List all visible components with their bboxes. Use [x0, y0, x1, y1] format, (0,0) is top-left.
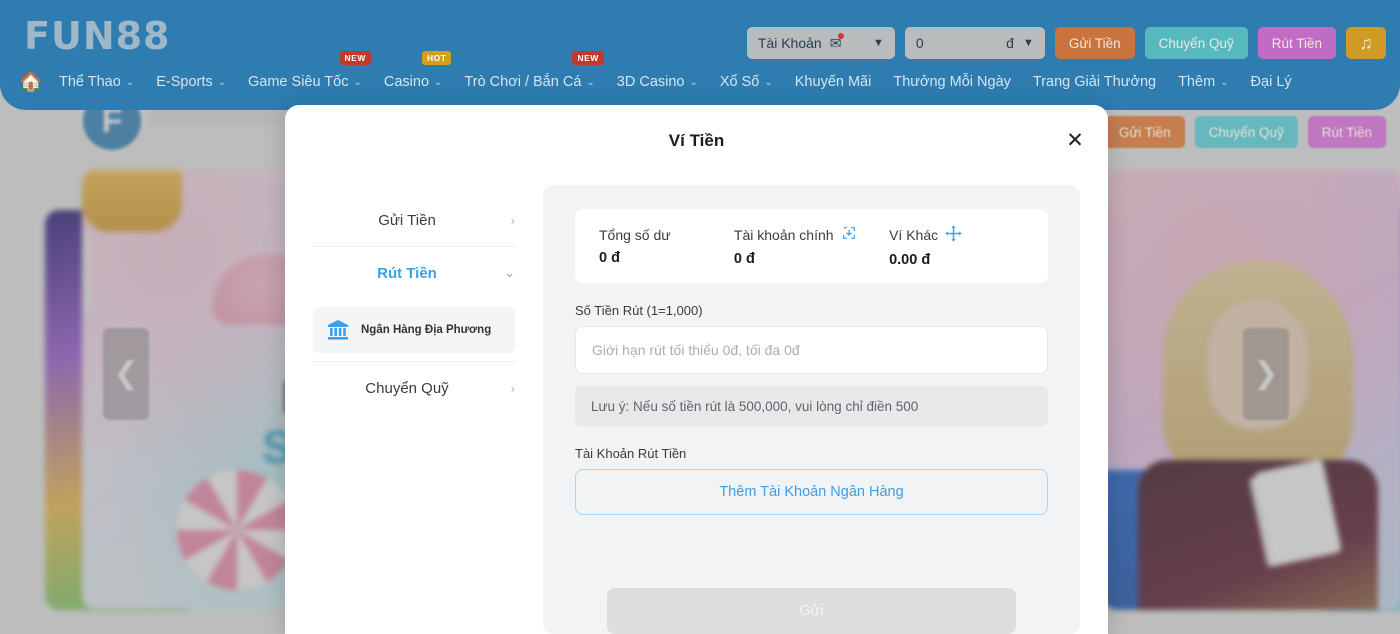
headset-icon: ♫: [1359, 32, 1373, 53]
chevron-down-icon: ⌄: [125, 76, 135, 88]
sidebar-item-transfer[interactable]: Chuyển Quỹ ›: [313, 362, 515, 414]
balance-dropdown[interactable]: 0 đ ▼: [904, 27, 1045, 59]
nav-item-khuyen-mai[interactable]: Khuyến Mãi: [784, 74, 883, 90]
nav-item-xo-so[interactable]: Xổ Số ⌄: [709, 74, 784, 90]
chevron-down-icon: ⌄: [1220, 76, 1229, 88]
withdraw-note: Lưu ý: Nếu số tiền rút là 500,000, vui l…: [575, 386, 1048, 426]
nav-item-dai-ly[interactable]: Đại Lý: [1240, 74, 1303, 90]
deposit-button[interactable]: Gửi Tiền: [1054, 27, 1135, 59]
nav-label: Thêm: [1178, 74, 1216, 90]
chevron-down-icon: ⌄: [353, 76, 362, 88]
bank-icon: [325, 317, 351, 343]
chevron-right-icon: ›: [510, 380, 515, 396]
nav-label: 3D Casino: [616, 74, 685, 90]
wallet-panel: Tổng số dư 0 đ Tài khoản chính 0 đ Ví Kh…: [543, 173, 1108, 634]
chevron-down-icon: ⌄: [217, 76, 227, 88]
home-icon[interactable]: 🏠: [14, 70, 48, 94]
balance-summary-card: Tổng số dư 0 đ Tài khoản chính 0 đ Ví Kh…: [575, 209, 1048, 283]
chevron-down-icon: ▼: [872, 37, 884, 49]
account-dropdown[interactable]: Tài Khoản ✉ ▼: [746, 27, 895, 59]
submit-button[interactable]: Gửi: [607, 588, 1016, 634]
sidebar-item-deposit[interactable]: Gửi Tiền ›: [313, 195, 515, 247]
sidebar-item-label: Chuyển Quỹ: [365, 379, 449, 397]
nav-item-game-sieu-toc[interactable]: NEW Game Siêu Tốc ⌄: [237, 51, 373, 90]
wallet-panel-inner: Tổng số dư 0 đ Tài khoản chính 0 đ Ví Kh…: [543, 185, 1080, 634]
page-root: NI SĂN ❮ ❯ F Gửi Tiền Chuyển Quỹ Rút Tiề…: [0, 0, 1400, 634]
wallet-sidebar: Gửi Tiền › Rút Tiền ⌄ Ngân Hàng Địa Phươ…: [285, 173, 543, 634]
amount-label: Số Tiền Rút (1=1,000): [575, 303, 703, 318]
nav-label: Đại Lý: [1250, 74, 1292, 90]
nav-item-trang-giai-thuong[interactable]: Trang Giải Thưởng: [1022, 74, 1167, 90]
support-button[interactable]: ♫: [1346, 27, 1386, 59]
nav-label: E-Sports: [156, 74, 213, 90]
badge-hot: HOT: [421, 51, 452, 65]
site-header: FUN88 🏠 Thể Thao ⌄ E-Sports ⌄ NEW Game S…: [0, 0, 1400, 110]
nav-item-casino[interactable]: HOT Casino ⌄: [373, 51, 454, 90]
account-label: Tài Khoản: [757, 35, 822, 51]
chevron-down-icon: ⌄: [434, 76, 443, 88]
transfer-button[interactable]: Chuyển Quỹ: [1144, 27, 1248, 59]
balance-total-value: 0 đ: [599, 249, 620, 266]
balance-other-label: Ví Khác: [889, 226, 939, 243]
nav-label: Thể Thao: [59, 74, 121, 90]
notification-dot: [838, 32, 845, 39]
nav-item-them[interactable]: Thêm ⌄: [1167, 74, 1239, 90]
nav-label: Game Siêu Tốc: [248, 74, 349, 90]
nav-item-e-sports[interactable]: E-Sports ⌄: [145, 74, 237, 90]
account-label: Tài Khoản Rút Tiền: [575, 446, 687, 461]
nav-label: Xổ Số: [719, 74, 760, 90]
deposit-button-ghost[interactable]: Gửi Tiền: [1104, 116, 1185, 148]
withdraw-button-ghost[interactable]: Rút Tiền: [1307, 116, 1386, 148]
download-icon[interactable]: [841, 225, 857, 244]
sidebar-subitem-local-bank[interactable]: Ngân Hàng Địa Phương: [313, 307, 515, 353]
sidebar-item-withdraw[interactable]: Rút Tiền ⌄: [313, 247, 515, 299]
header-actions: Tài Khoản ✉ ▼ 0 đ ▼ Gửi Tiền Chuyển Quỹ …: [746, 27, 1386, 59]
wallet-modal: Ví Tiền ✕ Gửi Tiền › Rút Tiền ⌄ Ngân Hàn…: [285, 105, 1108, 634]
balance-other-value: 0.00 đ: [889, 251, 931, 268]
balance-value: 0: [915, 35, 924, 51]
modal-title: Ví Tiền: [668, 131, 725, 150]
balance-main-label: Tài khoản chính: [733, 226, 834, 243]
transfer-button-ghost[interactable]: Chuyển Quỹ: [1194, 116, 1298, 148]
nav-item-the-thao[interactable]: Thể Thao ⌄: [48, 74, 145, 90]
nav-item-3d-casino[interactable]: 3D Casino ⌄: [606, 74, 709, 90]
withdraw-button[interactable]: Rút Tiền: [1257, 27, 1336, 59]
chevron-down-icon: ⌄: [504, 265, 515, 280]
chevron-right-icon: ›: [510, 213, 515, 228]
withdraw-amount-input[interactable]: [575, 326, 1048, 374]
nav-item-tro-choi-ban-ca[interactable]: NEW Trò Chơi / Bắn Cá ⌄: [453, 51, 605, 90]
site-logo[interactable]: FUN88: [24, 14, 171, 58]
nav-label: Trò Chơi / Bắn Cá: [464, 74, 582, 90]
balance-other-wallet: Ví Khác 0.00 đ: [889, 224, 1024, 268]
sidebar-item-label: Rút Tiền: [377, 264, 437, 282]
transfer-arrows-icon[interactable]: [945, 224, 962, 245]
nav-label: Trang Giải Thưởng: [1032, 74, 1157, 90]
badge-new: NEW: [572, 51, 604, 65]
main-nav: 🏠 Thể Thao ⌄ E-Sports ⌄ NEW Game Siêu Tố…: [14, 51, 1303, 94]
balance-main-account: Tài khoản chính 0 đ: [734, 225, 889, 267]
badge-new: NEW: [339, 51, 371, 65]
nav-label: Thưởng Mỗi Ngày: [893, 74, 1011, 90]
nav-label: Casino: [383, 74, 430, 90]
nav-item-thuong-moi-ngay[interactable]: Thưởng Mỗi Ngày: [882, 74, 1022, 90]
chevron-down-icon: ⌄: [586, 76, 595, 88]
balance-total: Tổng số dư 0 đ: [599, 227, 734, 266]
chevron-down-icon: ⌄: [689, 76, 698, 88]
currency-symbol: đ: [1006, 35, 1014, 51]
sidebar-subitem-label: Ngân Hàng Địa Phương: [361, 323, 492, 336]
chevron-down-icon: ▼: [1022, 37, 1034, 49]
close-icon[interactable]: ✕: [1062, 127, 1088, 153]
modal-body: Gửi Tiền › Rút Tiền ⌄ Ngân Hàng Địa Phươ…: [285, 173, 1108, 634]
add-bank-account-button[interactable]: Thêm Tài Khoản Ngân Hàng: [575, 469, 1048, 515]
mail-icon[interactable]: ✉: [830, 32, 845, 52]
header-actions-secondary: Gửi Tiền Chuyển Quỹ Rút Tiền: [1104, 116, 1386, 148]
nav-label: Khuyến Mãi: [794, 74, 872, 90]
sidebar-item-label: Gửi Tiền: [378, 212, 436, 229]
balance-main-value: 0 đ: [733, 251, 755, 267]
chevron-down-icon: ⌄: [764, 76, 773, 88]
balance-total-label: Tổng số dư: [599, 226, 671, 243]
